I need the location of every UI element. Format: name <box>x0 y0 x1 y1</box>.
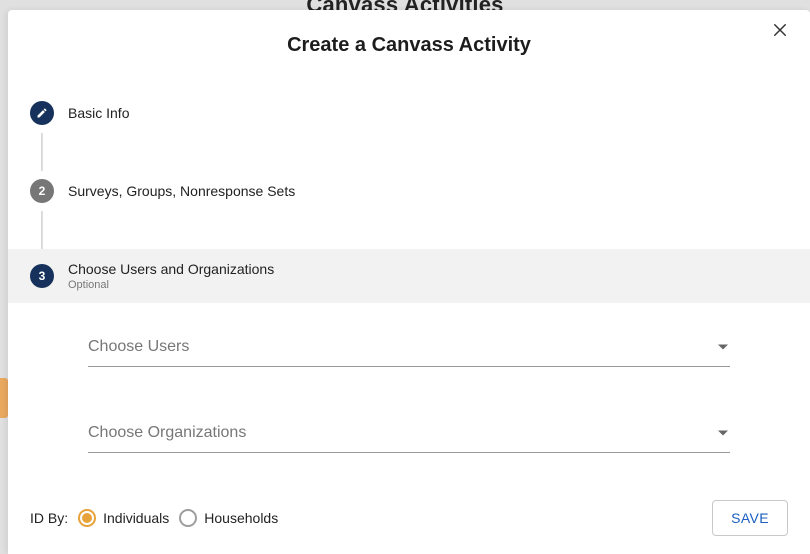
step-text-wrap: Choose Users and Organizations Optional <box>68 261 274 291</box>
close-button[interactable] <box>765 15 795 45</box>
step-surveys-groups[interactable]: 2 Surveys, Groups, Nonresponse Sets <box>30 171 788 211</box>
step-label: Surveys, Groups, Nonresponse Sets <box>68 183 295 199</box>
modal-title: Create a Canvass Activity <box>8 34 810 57</box>
select-placeholder: Choose Organizations <box>88 424 246 442</box>
step-label: Basic Info <box>68 105 129 121</box>
step-connector <box>41 133 43 171</box>
radio-households[interactable]: Households <box>179 509 278 527</box>
close-icon <box>771 21 789 39</box>
choose-organizations-select[interactable]: Choose Organizations <box>88 413 730 453</box>
modal-footer: ID By: Individuals Households SAVE <box>8 485 810 554</box>
radio-label: Individuals <box>103 510 169 526</box>
step-badge-done <box>30 101 54 125</box>
left-edge-chip <box>0 378 8 418</box>
save-button[interactable]: SAVE <box>712 500 788 536</box>
caret-down-icon <box>718 430 728 435</box>
radio-label: Households <box>204 510 278 526</box>
step-connector <box>41 211 43 249</box>
step-basic-info[interactable]: Basic Info <box>30 93 788 133</box>
modal-header: Create a Canvass Activity <box>8 10 810 57</box>
step-choose-users-orgs[interactable]: 3 Choose Users and Organizations Optiona… <box>8 249 810 303</box>
step-number: 3 <box>39 269 46 283</box>
radio-outer-icon <box>78 509 96 527</box>
create-canvass-activity-modal: Create a Canvass Activity Basic Info 2 S… <box>8 10 810 554</box>
step3-fields: Choose Users Choose Organizations <box>30 303 788 453</box>
id-by-label: ID By: <box>30 510 68 526</box>
step-sublabel: Optional <box>68 279 274 291</box>
step-badge-pending: 2 <box>30 179 54 203</box>
step-badge-active: 3 <box>30 264 54 288</box>
radio-inner-icon <box>82 513 92 523</box>
id-by-group: ID By: Individuals Households <box>30 509 278 527</box>
choose-users-select[interactable]: Choose Users <box>88 327 730 367</box>
step-number: 2 <box>39 184 46 198</box>
select-placeholder: Choose Users <box>88 338 189 356</box>
step-label: Choose Users and Organizations <box>68 261 274 277</box>
edit-icon <box>36 107 48 119</box>
caret-down-icon <box>718 344 728 349</box>
modal-body: Basic Info 2 Surveys, Groups, Nonrespons… <box>8 57 810 485</box>
radio-outer-icon <box>179 509 197 527</box>
radio-individuals[interactable]: Individuals <box>78 509 169 527</box>
